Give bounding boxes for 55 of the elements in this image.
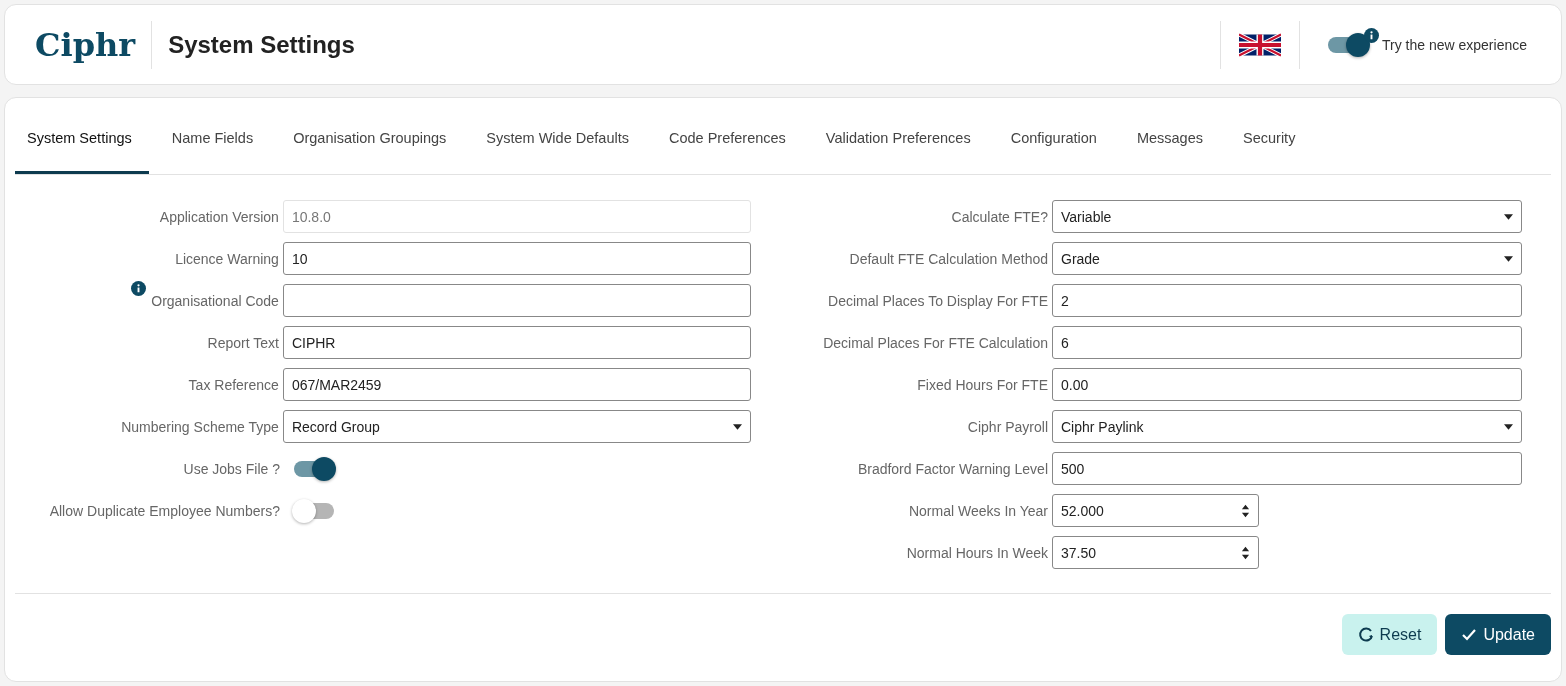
spinner-icon[interactable] (1241, 544, 1250, 561)
tab[interactable]: System Settings (15, 110, 149, 174)
dropdown[interactable]: Variable (1052, 200, 1522, 233)
field-label: Report Text (207, 334, 279, 351)
number-field[interactable]: 37.50 (1052, 536, 1259, 569)
field-label: Application Version (159, 208, 279, 225)
field-label: Licence Warning (175, 250, 279, 267)
tab[interactable]: Code Preferences (656, 110, 803, 174)
field-label: Normal Hours In Week (906, 544, 1048, 561)
field-label: Normal Weeks In Year (908, 502, 1048, 519)
dropdown[interactable]: Record Group (282, 410, 751, 443)
tab[interactable]: Organisation Groupings (281, 110, 464, 174)
field-label: Numbering Scheme Type (121, 418, 279, 435)
field-label: Calculate FTE? (951, 208, 1048, 225)
info-icon[interactable] (131, 280, 146, 296)
dropdown[interactable]: Ciphr Paylink (1052, 410, 1522, 443)
field-label: Use Jobs File ? (183, 460, 280, 477)
refresh-icon (1357, 626, 1374, 643)
input-field[interactable]: 0.00 (1052, 368, 1522, 401)
tab[interactable]: System Wide Defaults (474, 110, 646, 174)
input-field[interactable]: CIPHR (282, 326, 751, 359)
caret-icon (1504, 213, 1513, 220)
new-experience-label: Try the new experience (1382, 36, 1527, 53)
logo: Ciphr (35, 24, 136, 66)
flag-icon[interactable] (1239, 30, 1281, 59)
tab[interactable]: Messages (1124, 110, 1220, 174)
caret-icon (1504, 255, 1513, 262)
input-field[interactable]: 2 (1052, 284, 1522, 317)
update-button[interactable]: Update (1445, 614, 1551, 655)
input-field[interactable]: 6 (1052, 326, 1522, 359)
field-label: Decimal Places To Display For FTE (828, 292, 1048, 309)
input-field[interactable]: 067/MAR2459 (282, 368, 751, 401)
spinner-icon[interactable] (1241, 502, 1250, 519)
tab[interactable]: Name Fields (159, 110, 271, 174)
info-icon[interactable] (1364, 27, 1379, 43)
reset-button[interactable]: Reset (1341, 614, 1438, 655)
field-label: Tax Reference (188, 376, 279, 393)
dropdown[interactable]: Grade (1052, 242, 1522, 275)
input-field[interactable]: 10 (282, 242, 751, 275)
page-title: System Settings (168, 30, 355, 59)
tab[interactable]: Security (1231, 110, 1313, 174)
field-label: Allow Duplicate Employee Numbers? (49, 502, 280, 519)
caret-icon (733, 423, 742, 430)
field-label: Ciphr Payroll (967, 418, 1048, 435)
tab[interactable]: Configuration (998, 110, 1114, 174)
input-field[interactable]: 500 (1052, 452, 1522, 485)
tab[interactable]: Validation Preferences (813, 110, 988, 174)
field-label: Bradford Factor Warning Level (857, 460, 1048, 477)
input-field[interactable] (282, 284, 751, 317)
field-label: Default FTE Calculation Method (849, 250, 1048, 267)
field-label: Organisational Code (151, 292, 279, 309)
field-label: Fixed Hours For FTE (917, 376, 1048, 393)
caret-icon (1504, 423, 1513, 430)
number-field[interactable]: 52.000 (1052, 494, 1259, 527)
field-label: Decimal Places For FTE Calculation (823, 334, 1048, 351)
